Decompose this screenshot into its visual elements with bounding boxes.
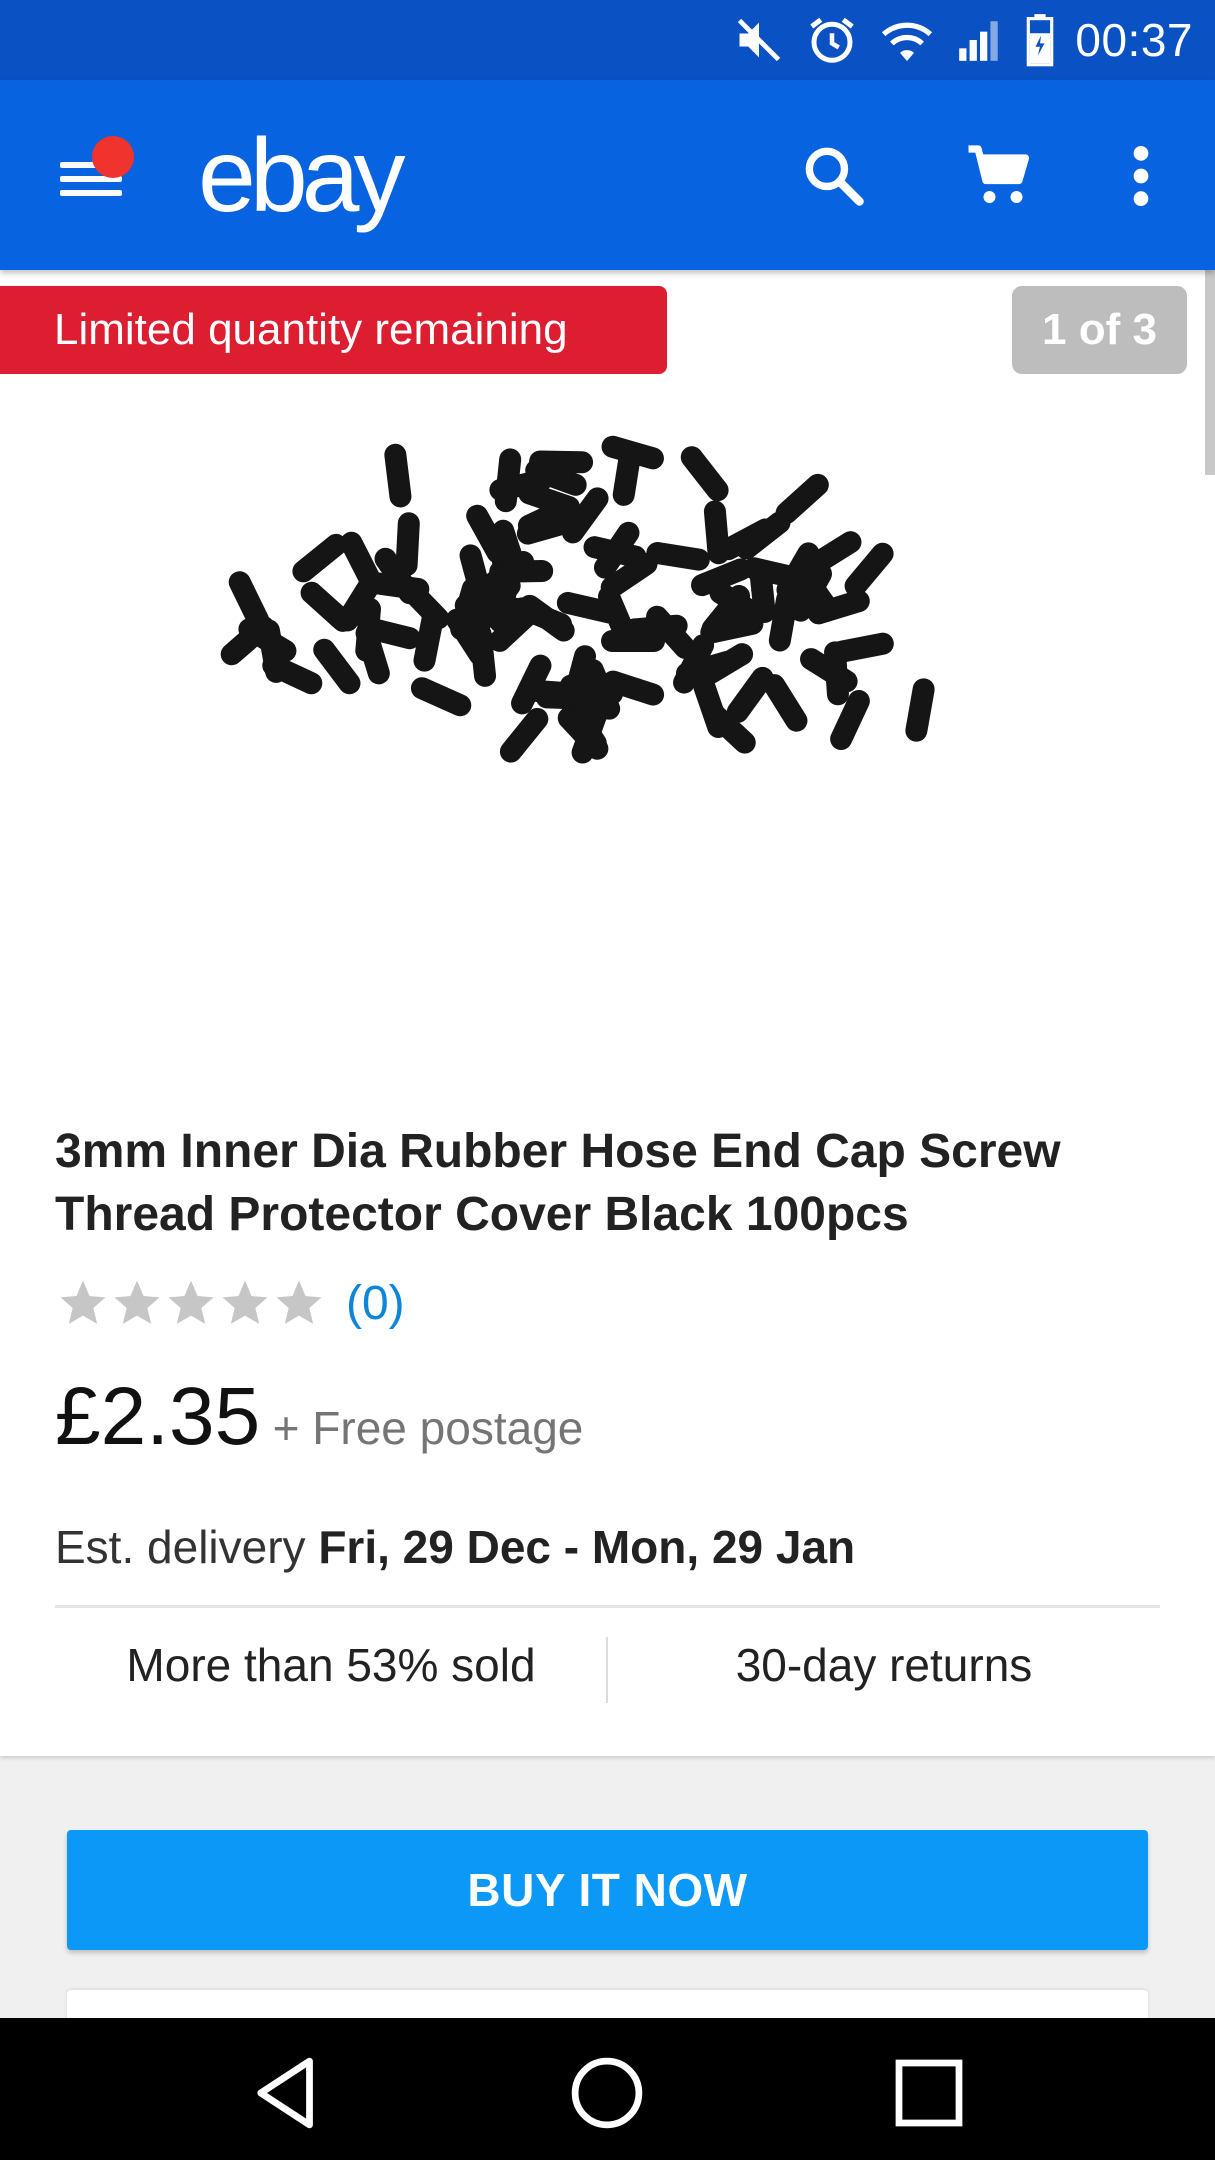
search-icon[interactable] (800, 142, 868, 210)
scrollbar-thumb[interactable] (1205, 270, 1215, 475)
navigation-bar (0, 2018, 1215, 2160)
divider (55, 1605, 1160, 1608)
star-icon (276, 1280, 322, 1324)
alarm-icon (810, 17, 855, 63)
signal-icon (959, 21, 999, 61)
battery-icon (1027, 14, 1054, 67)
status-bar: 00:37 (0, 0, 1215, 80)
status-time: 00:37 (1075, 14, 1193, 66)
product-card: Limited quantity remaining 1 of 3 3mm In… (0, 270, 1215, 1756)
mute-icon (738, 18, 781, 62)
sold-percentage: More than 53% sold (126, 1639, 536, 1691)
product-title: 3mm Inner Dia Rubber Hose End Cap Screw … (55, 1125, 1061, 1241)
notification-dot (92, 136, 134, 178)
delivery-label: Est. delivery (55, 1521, 306, 1573)
star-icon (114, 1280, 160, 1324)
postage: + Free postage (272, 1402, 584, 1454)
rating-count-link[interactable]: (0) (346, 1276, 405, 1331)
limited-quantity-badge: Limited quantity remaining (0, 286, 667, 374)
star-rating[interactable]: (0) (56, 1273, 405, 1333)
estimated-delivery: Est. delivery Fri, 29 Dec - Mon, 29 Jan (55, 1520, 855, 1574)
image-counter-badge: 1 of 3 (1012, 286, 1187, 374)
home-icon[interactable] (562, 2048, 652, 2138)
ebay-logo[interactable]: ebay (198, 124, 406, 228)
delivery-dates: Fri, 29 Dec - Mon, 29 Jan (318, 1521, 856, 1573)
recents-icon[interactable] (884, 2048, 974, 2138)
next-card-edge (67, 1990, 1148, 2020)
star-icon (60, 1280, 106, 1324)
buy-it-now-button[interactable]: BUY IT NOW (67, 1830, 1148, 1950)
cart-icon[interactable] (964, 140, 1036, 212)
wifi-icon (882, 22, 933, 61)
more-icon[interactable] (1126, 142, 1156, 210)
back-icon[interactable] (242, 2048, 332, 2138)
price: £2.35 (55, 1371, 261, 1462)
star-icon (222, 1280, 268, 1324)
returns-policy[interactable]: 30-day returns (608, 1638, 1160, 1692)
app-bar: ebay (0, 80, 1215, 270)
status-icons: 00:37 (733, 0, 1193, 80)
star-icon (168, 1280, 214, 1324)
price-row: £2.35 + Free postage (55, 1370, 583, 1464)
product-image[interactable] (200, 420, 1000, 940)
